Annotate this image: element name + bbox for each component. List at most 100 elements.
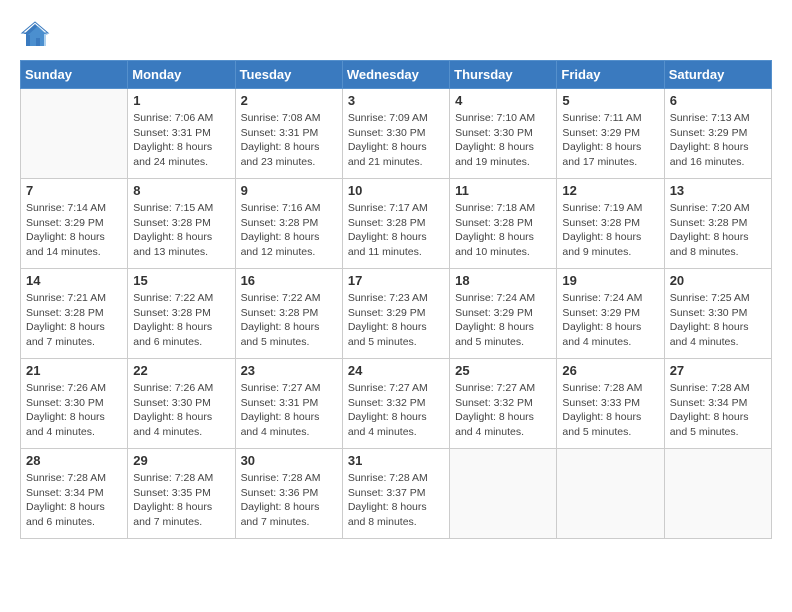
day-content: Sunrise: 7:24 AM Sunset: 3:29 PM Dayligh…	[562, 291, 658, 350]
day-number: 2	[241, 93, 337, 108]
day-content: Sunrise: 7:28 AM Sunset: 3:35 PM Dayligh…	[133, 471, 229, 530]
day-number: 29	[133, 453, 229, 468]
day-number: 30	[241, 453, 337, 468]
calendar-cell	[664, 449, 771, 539]
calendar-cell: 2 Sunrise: 7:08 AM Sunset: 3:31 PM Daylig…	[235, 89, 342, 179]
calendar-cell: 12 Sunrise: 7:19 AM Sunset: 3:28 PM Dayli…	[557, 179, 664, 269]
day-number: 28	[26, 453, 122, 468]
calendar-body: 1Sunrise: 7:06 AM Sunset: 3:31 PM Daylig…	[21, 89, 772, 539]
day-number: 24	[348, 363, 444, 378]
calendar-cell	[557, 449, 664, 539]
calendar-cell: 10 Sunrise: 7:17 AM Sunset: 3:28 PM Dayli…	[342, 179, 449, 269]
day-number: 13	[670, 183, 766, 198]
calendar-table: SundayMondayTuesdayWednesdayThursdayFrid…	[20, 60, 772, 539]
calendar-day-header: Monday	[128, 61, 235, 89]
day-content: Sunrise: 7:21 AM Sunset: 3:28 PM Dayligh…	[26, 291, 122, 350]
calendar-day-header: Thursday	[450, 61, 557, 89]
calendar-cell: 8 Sunrise: 7:15 AM Sunset: 3:28 PM Daylig…	[128, 179, 235, 269]
calendar-week-row: 21 Sunrise: 7:26 AM Sunset: 3:30 PM Dayli…	[21, 359, 772, 449]
calendar-cell: 30 Sunrise: 7:28 AM Sunset: 3:36 PM Dayli…	[235, 449, 342, 539]
day-content: Sunrise: 7:16 AM Sunset: 3:28 PM Dayligh…	[241, 201, 337, 260]
calendar-cell: 22 Sunrise: 7:26 AM Sunset: 3:30 PM Dayli…	[128, 359, 235, 449]
day-number: 17	[348, 273, 444, 288]
day-number: 10	[348, 183, 444, 198]
day-content: Sunrise: 7:11 AM Sunset: 3:29 PM Dayligh…	[562, 111, 658, 170]
calendar-cell: 11Sunrise: 7:18 AM Sunset: 3:28 PM Dayli…	[450, 179, 557, 269]
day-number: 25	[455, 363, 551, 378]
calendar-cell: 13Sunrise: 7:20 AM Sunset: 3:28 PM Dayli…	[664, 179, 771, 269]
day-content: Sunrise: 7:27 AM Sunset: 3:32 PM Dayligh…	[455, 381, 551, 440]
day-content: Sunrise: 7:28 AM Sunset: 3:36 PM Dayligh…	[241, 471, 337, 530]
day-content: Sunrise: 7:14 AM Sunset: 3:29 PM Dayligh…	[26, 201, 122, 260]
calendar-header-row: SundayMondayTuesdayWednesdayThursdayFrid…	[21, 61, 772, 89]
logo-icon	[20, 20, 50, 50]
calendar-cell: 25 Sunrise: 7:27 AM Sunset: 3:32 PM Dayli…	[450, 359, 557, 449]
day-content: Sunrise: 7:22 AM Sunset: 3:28 PM Dayligh…	[133, 291, 229, 350]
day-number: 14	[26, 273, 122, 288]
calendar-cell: 17Sunrise: 7:23 AM Sunset: 3:29 PM Dayli…	[342, 269, 449, 359]
day-content: Sunrise: 7:10 AM Sunset: 3:30 PM Dayligh…	[455, 111, 551, 170]
calendar-cell: 14 Sunrise: 7:21 AM Sunset: 3:28 PM Dayli…	[21, 269, 128, 359]
day-number: 18	[455, 273, 551, 288]
day-content: Sunrise: 7:24 AM Sunset: 3:29 PM Dayligh…	[455, 291, 551, 350]
calendar-week-row: 14 Sunrise: 7:21 AM Sunset: 3:28 PM Dayli…	[21, 269, 772, 359]
calendar-cell: 4Sunrise: 7:10 AM Sunset: 3:30 PM Daylig…	[450, 89, 557, 179]
day-content: Sunrise: 7:08 AM Sunset: 3:31 PM Dayligh…	[241, 111, 337, 170]
day-number: 6	[670, 93, 766, 108]
calendar-cell: 23 Sunrise: 7:27 AM Sunset: 3:31 PM Dayli…	[235, 359, 342, 449]
calendar-cell: 9 Sunrise: 7:16 AM Sunset: 3:28 PM Daylig…	[235, 179, 342, 269]
day-number: 22	[133, 363, 229, 378]
day-number: 8	[133, 183, 229, 198]
calendar-cell: 3Sunrise: 7:09 AM Sunset: 3:30 PM Daylig…	[342, 89, 449, 179]
calendar-cell: 20Sunrise: 7:25 AM Sunset: 3:30 PM Dayli…	[664, 269, 771, 359]
day-number: 19	[562, 273, 658, 288]
calendar-week-row: 1Sunrise: 7:06 AM Sunset: 3:31 PM Daylig…	[21, 89, 772, 179]
day-content: Sunrise: 7:28 AM Sunset: 3:37 PM Dayligh…	[348, 471, 444, 530]
day-number: 9	[241, 183, 337, 198]
day-number: 3	[348, 93, 444, 108]
day-content: Sunrise: 7:13 AM Sunset: 3:29 PM Dayligh…	[670, 111, 766, 170]
day-number: 11	[455, 183, 551, 198]
day-number: 20	[670, 273, 766, 288]
calendar-day-header: Saturday	[664, 61, 771, 89]
calendar-day-header: Sunday	[21, 61, 128, 89]
day-number: 23	[241, 363, 337, 378]
day-number: 27	[670, 363, 766, 378]
day-content: Sunrise: 7:17 AM Sunset: 3:28 PM Dayligh…	[348, 201, 444, 260]
day-number: 16	[241, 273, 337, 288]
calendar-cell: 21 Sunrise: 7:26 AM Sunset: 3:30 PM Dayli…	[21, 359, 128, 449]
day-content: Sunrise: 7:28 AM Sunset: 3:34 PM Dayligh…	[26, 471, 122, 530]
day-content: Sunrise: 7:27 AM Sunset: 3:31 PM Dayligh…	[241, 381, 337, 440]
day-number: 7	[26, 183, 122, 198]
calendar-cell: 24 Sunrise: 7:27 AM Sunset: 3:32 PM Dayli…	[342, 359, 449, 449]
day-content: Sunrise: 7:26 AM Sunset: 3:30 PM Dayligh…	[26, 381, 122, 440]
calendar-week-row: 28 Sunrise: 7:28 AM Sunset: 3:34 PM Dayli…	[21, 449, 772, 539]
day-content: Sunrise: 7:26 AM Sunset: 3:30 PM Dayligh…	[133, 381, 229, 440]
day-content: Sunrise: 7:15 AM Sunset: 3:28 PM Dayligh…	[133, 201, 229, 260]
calendar-day-header: Friday	[557, 61, 664, 89]
calendar-day-header: Wednesday	[342, 61, 449, 89]
calendar-cell	[450, 449, 557, 539]
day-number: 5	[562, 93, 658, 108]
day-number: 31	[348, 453, 444, 468]
logo	[20, 20, 54, 50]
calendar-cell: 29 Sunrise: 7:28 AM Sunset: 3:35 PM Dayli…	[128, 449, 235, 539]
page-header	[20, 20, 772, 50]
day-content: Sunrise: 7:19 AM Sunset: 3:28 PM Dayligh…	[562, 201, 658, 260]
calendar-cell: 31 Sunrise: 7:28 AM Sunset: 3:37 PM Dayli…	[342, 449, 449, 539]
day-content: Sunrise: 7:28 AM Sunset: 3:33 PM Dayligh…	[562, 381, 658, 440]
day-number: 26	[562, 363, 658, 378]
day-number: 12	[562, 183, 658, 198]
day-content: Sunrise: 7:27 AM Sunset: 3:32 PM Dayligh…	[348, 381, 444, 440]
calendar-header: SundayMondayTuesdayWednesdayThursdayFrid…	[21, 61, 772, 89]
calendar-cell: 18 Sunrise: 7:24 AM Sunset: 3:29 PM Dayli…	[450, 269, 557, 359]
calendar-cell: 15Sunrise: 7:22 AM Sunset: 3:28 PM Dayli…	[128, 269, 235, 359]
calendar-cell: 16 Sunrise: 7:22 AM Sunset: 3:28 PM Dayli…	[235, 269, 342, 359]
day-number: 21	[26, 363, 122, 378]
calendar-cell: 5 Sunrise: 7:11 AM Sunset: 3:29 PM Daylig…	[557, 89, 664, 179]
calendar-week-row: 7 Sunrise: 7:14 AM Sunset: 3:29 PM Daylig…	[21, 179, 772, 269]
day-content: Sunrise: 7:22 AM Sunset: 3:28 PM Dayligh…	[241, 291, 337, 350]
calendar-cell: 19 Sunrise: 7:24 AM Sunset: 3:29 PM Dayli…	[557, 269, 664, 359]
calendar-cell: 27Sunrise: 7:28 AM Sunset: 3:34 PM Dayli…	[664, 359, 771, 449]
day-number: 1	[133, 93, 229, 108]
